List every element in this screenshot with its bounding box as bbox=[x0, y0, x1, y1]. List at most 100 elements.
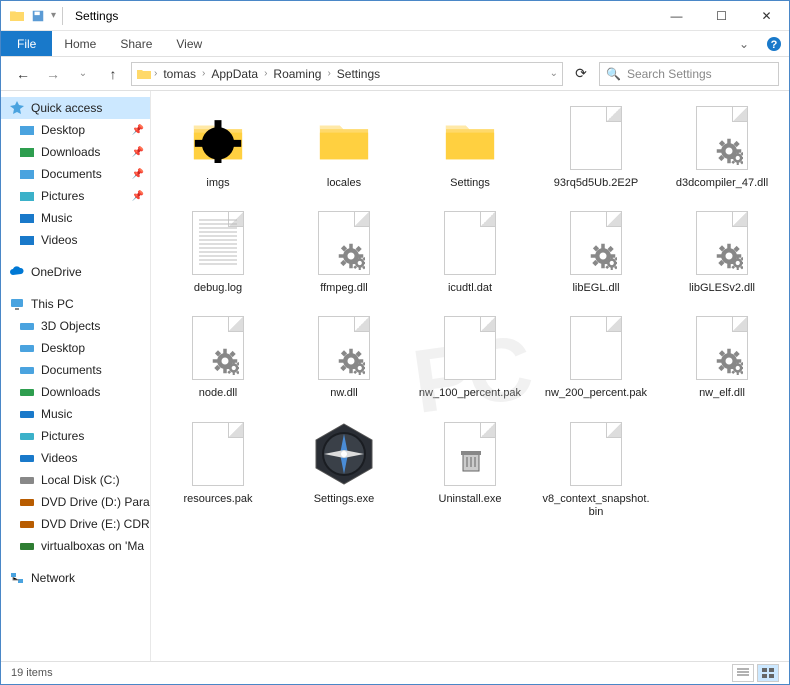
maximize-button[interactable]: ☐ bbox=[699, 1, 744, 31]
sidebar-item[interactable]: Pictures📌 bbox=[1, 185, 150, 207]
pin-icon: 📌 bbox=[132, 125, 144, 136]
file-item[interactable]: libEGL.dll bbox=[537, 208, 655, 295]
file-name: Settings.exe bbox=[314, 493, 375, 506]
file-thumbnail bbox=[435, 103, 505, 173]
crumb[interactable]: Roaming bbox=[269, 67, 325, 81]
file-name: d3dcompiler_47.dll bbox=[676, 177, 768, 190]
folder-icon bbox=[136, 66, 152, 82]
file-list[interactable]: PC imgslocalesSettings93rq5d5Ub.2E2Pd3dc… bbox=[151, 91, 789, 661]
sidebar-item[interactable]: Videos bbox=[1, 229, 150, 251]
sidebar-item[interactable]: Desktop📌 bbox=[1, 119, 150, 141]
crumb[interactable]: Settings bbox=[333, 67, 384, 81]
file-thumbnail bbox=[309, 208, 379, 278]
folder-icon bbox=[19, 144, 35, 160]
tab-share[interactable]: Share bbox=[108, 31, 164, 56]
crumb[interactable]: AppData bbox=[207, 67, 262, 81]
crumb[interactable]: tomas bbox=[159, 67, 200, 81]
sidebar-item[interactable]: Documents📌 bbox=[1, 163, 150, 185]
quick-access-save-icon[interactable] bbox=[31, 8, 45, 24]
sidebar-this-pc[interactable]: This PC bbox=[1, 293, 150, 315]
sidebar-item[interactable]: 3D Objects bbox=[1, 315, 150, 337]
file-item[interactable]: nw_elf.dll bbox=[663, 313, 781, 400]
file-item[interactable]: v8_context_snapshot.bin bbox=[537, 419, 655, 519]
ribbon-expand-button[interactable]: ⌄ bbox=[729, 31, 759, 56]
file-item[interactable]: imgs bbox=[159, 103, 277, 190]
qat-overflow[interactable]: ▾ bbox=[51, 10, 56, 21]
drive-icon bbox=[19, 472, 35, 488]
file-thumbnail bbox=[435, 208, 505, 278]
cloud-icon bbox=[9, 264, 25, 280]
file-item[interactable]: locales bbox=[285, 103, 403, 190]
sidebar-onedrive[interactable]: OneDrive bbox=[1, 261, 150, 283]
file-item[interactable]: nw.dll bbox=[285, 313, 403, 400]
navigation-pane[interactable]: Quick access Desktop📌Downloads📌Documents… bbox=[1, 91, 151, 661]
file-name: v8_context_snapshot.bin bbox=[541, 493, 651, 519]
drive-icon bbox=[19, 494, 35, 510]
breadcrumb[interactable]: › tomas› AppData› Roaming› Settings ⌄ bbox=[131, 62, 563, 86]
up-button[interactable]: ↑ bbox=[101, 62, 125, 86]
sidebar-item[interactable]: virtualboxas on 'Ma bbox=[1, 535, 150, 557]
search-icon: 🔍 bbox=[606, 67, 621, 81]
file-thumbnail bbox=[687, 103, 757, 173]
file-item[interactable]: node.dll bbox=[159, 313, 277, 400]
file-thumbnail bbox=[183, 103, 253, 173]
drive-icon bbox=[19, 340, 35, 356]
tab-home[interactable]: Home bbox=[52, 31, 108, 56]
drive-icon bbox=[19, 428, 35, 444]
status-bar: 19 items bbox=[1, 661, 789, 684]
sidebar-item[interactable]: Documents bbox=[1, 359, 150, 381]
window-title: Settings bbox=[75, 9, 118, 23]
file-item[interactable]: nw_100_percent.pak bbox=[411, 313, 529, 400]
file-item[interactable]: Uninstall.exe bbox=[411, 419, 529, 519]
sidebar-item[interactable]: DVD Drive (E:) CDRO bbox=[1, 513, 150, 535]
file-name: imgs bbox=[206, 177, 229, 190]
file-item[interactable]: Settings.exe bbox=[285, 419, 403, 519]
refresh-button[interactable]: ⟳ bbox=[569, 62, 593, 86]
file-item[interactable]: debug.log bbox=[159, 208, 277, 295]
sidebar-item[interactable]: Downloads📌 bbox=[1, 141, 150, 163]
file-item[interactable]: ffmpeg.dll bbox=[285, 208, 403, 295]
tab-view[interactable]: View bbox=[164, 31, 214, 56]
icons-view-button[interactable] bbox=[757, 664, 779, 682]
tab-file[interactable]: File bbox=[1, 31, 52, 56]
file-thumbnail bbox=[687, 313, 757, 383]
file-name: resources.pak bbox=[183, 493, 252, 506]
folder-icon bbox=[9, 8, 25, 24]
sidebar-item[interactable]: Desktop bbox=[1, 337, 150, 359]
sidebar-item[interactable]: Local Disk (C:) bbox=[1, 469, 150, 491]
search-input[interactable]: 🔍 Search Settings bbox=[599, 62, 779, 86]
path-dropdown[interactable]: ⌄ bbox=[550, 68, 558, 79]
details-view-button[interactable] bbox=[732, 664, 754, 682]
pin-icon: 📌 bbox=[132, 147, 144, 158]
sidebar-quick-access[interactable]: Quick access bbox=[1, 97, 150, 119]
file-thumbnail bbox=[183, 313, 253, 383]
drive-icon bbox=[19, 362, 35, 378]
file-name: node.dll bbox=[199, 387, 238, 400]
sidebar-item[interactable]: Downloads bbox=[1, 381, 150, 403]
file-thumbnail bbox=[435, 419, 505, 489]
file-name: debug.log bbox=[194, 282, 242, 295]
file-item[interactable]: Settings bbox=[411, 103, 529, 190]
minimize-button[interactable]: — bbox=[654, 1, 699, 31]
file-item[interactable]: nw_200_percent.pak bbox=[537, 313, 655, 400]
sidebar-item[interactable]: DVD Drive (D:) Paral bbox=[1, 491, 150, 513]
file-item[interactable]: icudtl.dat bbox=[411, 208, 529, 295]
forward-button[interactable]: → bbox=[41, 62, 65, 86]
folder-icon bbox=[19, 166, 35, 182]
file-item[interactable]: libGLESv2.dll bbox=[663, 208, 781, 295]
sidebar-item[interactable]: Videos bbox=[1, 447, 150, 469]
sidebar-item[interactable]: Music bbox=[1, 403, 150, 425]
close-button[interactable]: ✕ bbox=[744, 1, 789, 31]
sidebar-item[interactable]: Music bbox=[1, 207, 150, 229]
file-name: nw_elf.dll bbox=[699, 387, 745, 400]
file-item[interactable]: 93rq5d5Ub.2E2P bbox=[537, 103, 655, 190]
help-button[interactable]: ? bbox=[759, 31, 789, 56]
file-item[interactable]: resources.pak bbox=[159, 419, 277, 519]
folder-icon bbox=[19, 122, 35, 138]
recent-dropdown[interactable]: ⌄ bbox=[71, 62, 95, 86]
sidebar-item[interactable]: Pictures bbox=[1, 425, 150, 447]
sidebar-network[interactable]: Network bbox=[1, 567, 150, 589]
back-button[interactable]: ← bbox=[11, 62, 35, 86]
ribbon: File Home Share View ⌄ ? bbox=[1, 31, 789, 57]
file-item[interactable]: d3dcompiler_47.dll bbox=[663, 103, 781, 190]
